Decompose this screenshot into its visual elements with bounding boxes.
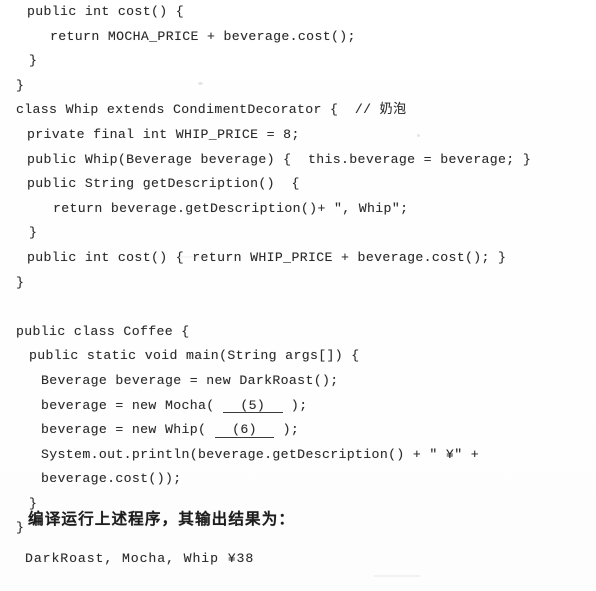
code-line: System.out.println(beverage.getDescripti…	[0, 443, 596, 468]
scan-smudge	[374, 575, 420, 577]
code-text: public String getDescription() {	[27, 176, 300, 192]
code-line: }	[0, 49, 596, 74]
code-text: beverage = new Mocha(	[41, 397, 223, 413]
answer-blank[interactable]: (6)	[214, 423, 275, 438]
code-text: public class Coffee {	[16, 323, 190, 339]
program-output-text: DarkRoast, Mocha, Whip ¥38	[25, 551, 255, 566]
code-line: private final int WHIP_PRICE = 8;	[0, 123, 596, 148]
code-line: public Whip(Beverage beverage) { this.be…	[0, 148, 596, 173]
code-text: public int cost() {	[27, 4, 185, 19]
code-line: return beverage.getDescription()+ ", Whi…	[0, 197, 596, 222]
answer-blank[interactable]: (5)	[222, 398, 283, 414]
code-text: Beverage beverage = new DarkRoast();	[41, 372, 339, 388]
code-text: }	[16, 520, 25, 536]
code-text: public Whip(Beverage beverage) { this.be…	[27, 151, 532, 167]
code-text: public static void main(String args[]) {	[29, 348, 360, 364]
code-text: return MOCHA_PRICE + beverage.cost();	[50, 28, 356, 44]
code-line: beverage = new Whip( (6) );	[0, 418, 596, 443]
code-text: beverage.cost());	[41, 471, 182, 487]
code-text: class Whip extends CondimentDecorator { …	[16, 102, 380, 118]
code-line: }	[0, 221, 596, 246]
code-text: }	[29, 225, 38, 241]
code-line: }	[0, 74, 596, 99]
code-text: );	[274, 422, 300, 438]
code-line: }	[0, 271, 596, 296]
code-line: class Whip extends CondimentDecorator { …	[0, 98, 596, 123]
code-text: beverage = new Whip(	[41, 422, 215, 438]
code-line: public int cost() {	[0, 0, 596, 25]
question-prompt-text: 编译运行上述程序，其输出结果为：	[28, 510, 296, 528]
code-line: public static void main(String args[]) {	[0, 344, 596, 369]
code-text: public int cost() { return WHIP_PRICE + …	[27, 249, 507, 265]
code-text: }	[16, 274, 25, 290]
code-line: Beverage beverage = new DarkRoast();	[0, 369, 596, 394]
code-line: public class Coffee {	[0, 320, 596, 345]
code-line: return MOCHA_PRICE + beverage.cost();	[0, 25, 596, 50]
code-line: public String getDescription() {	[0, 172, 596, 197]
code-line: public int cost() { return WHIP_PRICE + …	[0, 246, 596, 271]
java-code-listing: public int cost() { return MOCHA_PRICE + …	[0, 0, 596, 541]
code-text: private final int WHIP_PRICE = 8;	[27, 126, 300, 142]
code-text: System.out.println(beverage.getDescripti…	[41, 446, 479, 462]
code-text: return beverage.getDescription()+ ", Whi…	[53, 200, 409, 216]
code-line: beverage = new Mocha( (5) );	[0, 394, 596, 419]
code-text: }	[29, 53, 38, 69]
code-line: beverage.cost());	[0, 467, 596, 492]
code-text: }	[16, 77, 25, 93]
code-comment-cjk: 奶泡	[379, 102, 407, 118]
scanned-page: public int cost() { return MOCHA_PRICE + …	[0, 0, 596, 591]
code-text: );	[282, 397, 308, 413]
